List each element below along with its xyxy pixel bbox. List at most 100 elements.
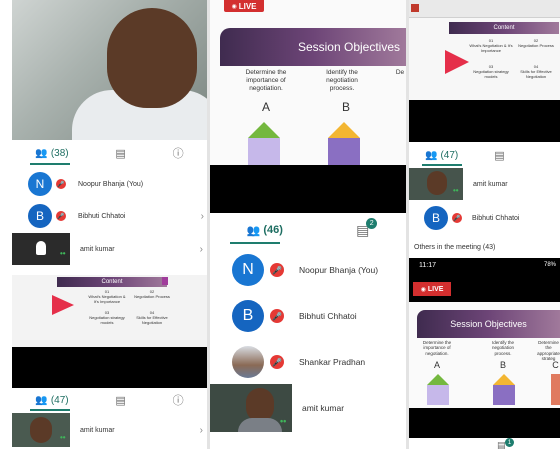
house-roof-shape [493, 374, 515, 385]
objective-text: Determine the importance of negotiation. [245, 69, 287, 92]
right-bottom-bar: ▤ 1 [409, 438, 560, 449]
tab-underline [30, 163, 70, 165]
others-heading: Others in the meeting (43) [414, 244, 496, 251]
participant-row[interactable]: •• amit kumar [409, 168, 560, 200]
participant-row[interactable]: N 🎤 Noopur Bhanja (You) [28, 170, 208, 198]
person-head [427, 171, 447, 195]
participants-count: (47) [50, 394, 69, 406]
arrow-shape-icon [52, 295, 74, 315]
person-head [246, 388, 274, 422]
tab-participants[interactable]: 👥 (46) [247, 224, 283, 237]
shared-slide-thumb: Content 01 What's Negotiation & It's Impo… [409, 0, 560, 100]
participant-video-thumb: •• [12, 233, 70, 265]
participant-name: Shankar Pradhan [299, 357, 366, 367]
objective-letter: A [433, 360, 440, 370]
audio-level-icon: •• [60, 249, 66, 258]
avatar: B [424, 206, 448, 230]
house-body-shape [493, 385, 515, 405]
participant-row[interactable]: 🎤 Shankar Pradhan [232, 344, 406, 380]
participant-row[interactable]: •• amit kumar › [12, 413, 207, 447]
status-battery: 78% [543, 262, 556, 268]
avatar [232, 346, 264, 378]
live-badge: ◉ LIVE [413, 282, 451, 296]
middle-tab-bar: 👥 (46) ▤ 2 [210, 216, 406, 244]
left-tab-bar: 👥 (38) ▤ ⓘ [12, 142, 207, 164]
participant-name: amit kumar [80, 245, 115, 253]
audio-level-icon: •• [60, 433, 66, 442]
participant-row[interactable]: N 🎤 Noopur Bhanja (You) [232, 252, 406, 288]
avatar: B [28, 204, 52, 228]
tab-participants[interactable]: 👥 (47) [35, 395, 68, 406]
people-icon: 👥 [35, 147, 48, 159]
participant-name: amit kumar [473, 180, 508, 188]
people-icon: 👥 [35, 394, 48, 406]
objective-text: Identify the negotiation process. [491, 340, 515, 356]
objective-letter: B [341, 100, 350, 114]
participant-name: Bibhuti Chhatoi [78, 212, 126, 220]
camera-feed-main [12, 0, 207, 140]
bell-icon [36, 241, 46, 255]
chevron-right-icon[interactable]: › [200, 425, 203, 436]
person-head [30, 417, 52, 443]
mic-off-icon: 🎤 [270, 355, 284, 369]
slide-title: Content [57, 277, 167, 287]
mic-off-icon: 🎤 [452, 213, 462, 223]
house-roof-shape [248, 122, 280, 138]
chevron-right-icon[interactable]: › [200, 244, 203, 255]
participant-row[interactable]: B 🎤 Bibhuti Chhatoi [232, 298, 406, 334]
objective-text: Identify the negotiation process. [326, 69, 358, 92]
chat-icon[interactable]: ▤ 2 [356, 217, 378, 239]
people-icon: 👥 [425, 149, 438, 161]
live-icon: ◉ [231, 3, 237, 10]
participant-name: amit kumar [302, 403, 345, 413]
participant-row[interactable]: B 🎤 Bibhuti Chhatoi [424, 204, 560, 232]
house-body-shape [427, 385, 449, 405]
participant-video-thumb: •• [12, 413, 70, 447]
participant-video-thumb: •• [210, 384, 292, 432]
tab-underline [422, 164, 462, 166]
mic-off-icon: 🎤 [270, 309, 284, 323]
slide-item: 01 What's Negotiation & It's Importance [88, 289, 126, 304]
participant-row[interactable]: •• amit kumar › [12, 233, 207, 265]
house-roof-shape [328, 122, 360, 138]
participant-name: Bibhuti Chhatoi [299, 311, 357, 321]
slide-title: Content [449, 22, 559, 34]
chevron-right-icon[interactable]: › [201, 211, 204, 222]
house-body-shape [551, 374, 560, 405]
info-icon[interactable]: ⓘ [173, 145, 184, 161]
app-icon [411, 4, 419, 12]
slide-item: 04 Skills for Effective Negotiation [136, 310, 168, 325]
live-icon: ◉ [420, 286, 426, 293]
slide-item: 02 Negotiation Process [518, 38, 554, 48]
participant-name: Noopur Bhanja (You) [78, 180, 144, 188]
video-black-area [210, 165, 406, 213]
participants-count: (38) [50, 147, 69, 159]
tab-participants[interactable]: 👥 (47) [425, 150, 458, 161]
chat-icon[interactable]: ▤ [494, 149, 504, 162]
live-label: LIVE [238, 1, 257, 11]
objective-text: Determine the appropriate strateg [537, 340, 560, 362]
chat-badge: 1 [505, 438, 514, 447]
chat-icon[interactable]: ▤ [115, 394, 125, 407]
mic-off-icon: 🎤 [56, 179, 66, 189]
chat-icon[interactable]: ▤ [115, 147, 125, 160]
objective-letter: B [499, 360, 506, 370]
middle-top-panel: ◉ LIVE Session Objectives Determine the … [210, 0, 406, 190]
tab-participants[interactable]: 👥 (38) [35, 148, 68, 159]
info-icon[interactable]: ⓘ [173, 392, 184, 408]
objective-text: De [395, 69, 405, 76]
participants-count: (46) [263, 224, 283, 236]
participant-video-thumb: •• [409, 168, 463, 200]
audio-level-icon: •• [280, 416, 287, 426]
slide-header: Session Objectives [220, 28, 406, 66]
participant-name: Bibhuti Chhatoi [472, 214, 520, 222]
video-black-area [12, 347, 207, 388]
mic-off-icon: 🎤 [270, 263, 284, 277]
live-badge: ◉ LIVE [224, 0, 264, 12]
audio-level-icon: •• [453, 186, 459, 195]
slide-item: 01 What's Negotiation & It's Importance [469, 38, 513, 53]
left-tab-bar-2: 👥 (47) ▤ ⓘ [12, 390, 207, 410]
participant-row[interactable]: B 🎤 Bibhuti Chhatoi › [28, 202, 208, 230]
objective-text: Determine the importance of negotiation. [422, 340, 452, 356]
participant-row[interactable]: •• amit kumar [210, 384, 406, 432]
